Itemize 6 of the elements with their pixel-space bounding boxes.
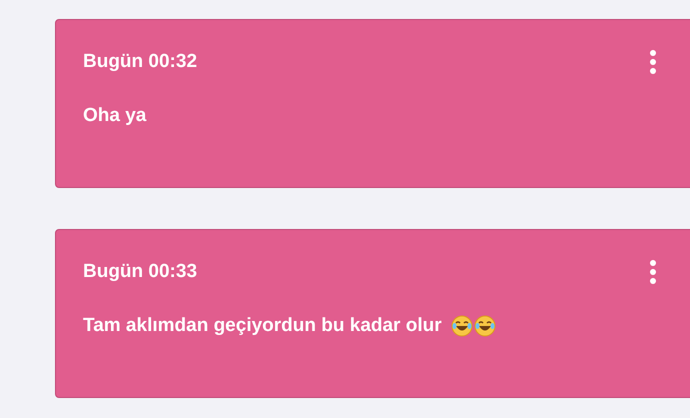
message-time: Bugün 00:32 [83,50,198,74]
message-text: Oha ya [83,104,146,128]
message-time: Bugün 00:33 [83,260,198,284]
laughing-emoji-icon [474,315,496,337]
message-text: Tam aklımdan geçiyordun bu kadar olur [83,314,442,338]
laughing-emoji-icon [450,315,473,337]
